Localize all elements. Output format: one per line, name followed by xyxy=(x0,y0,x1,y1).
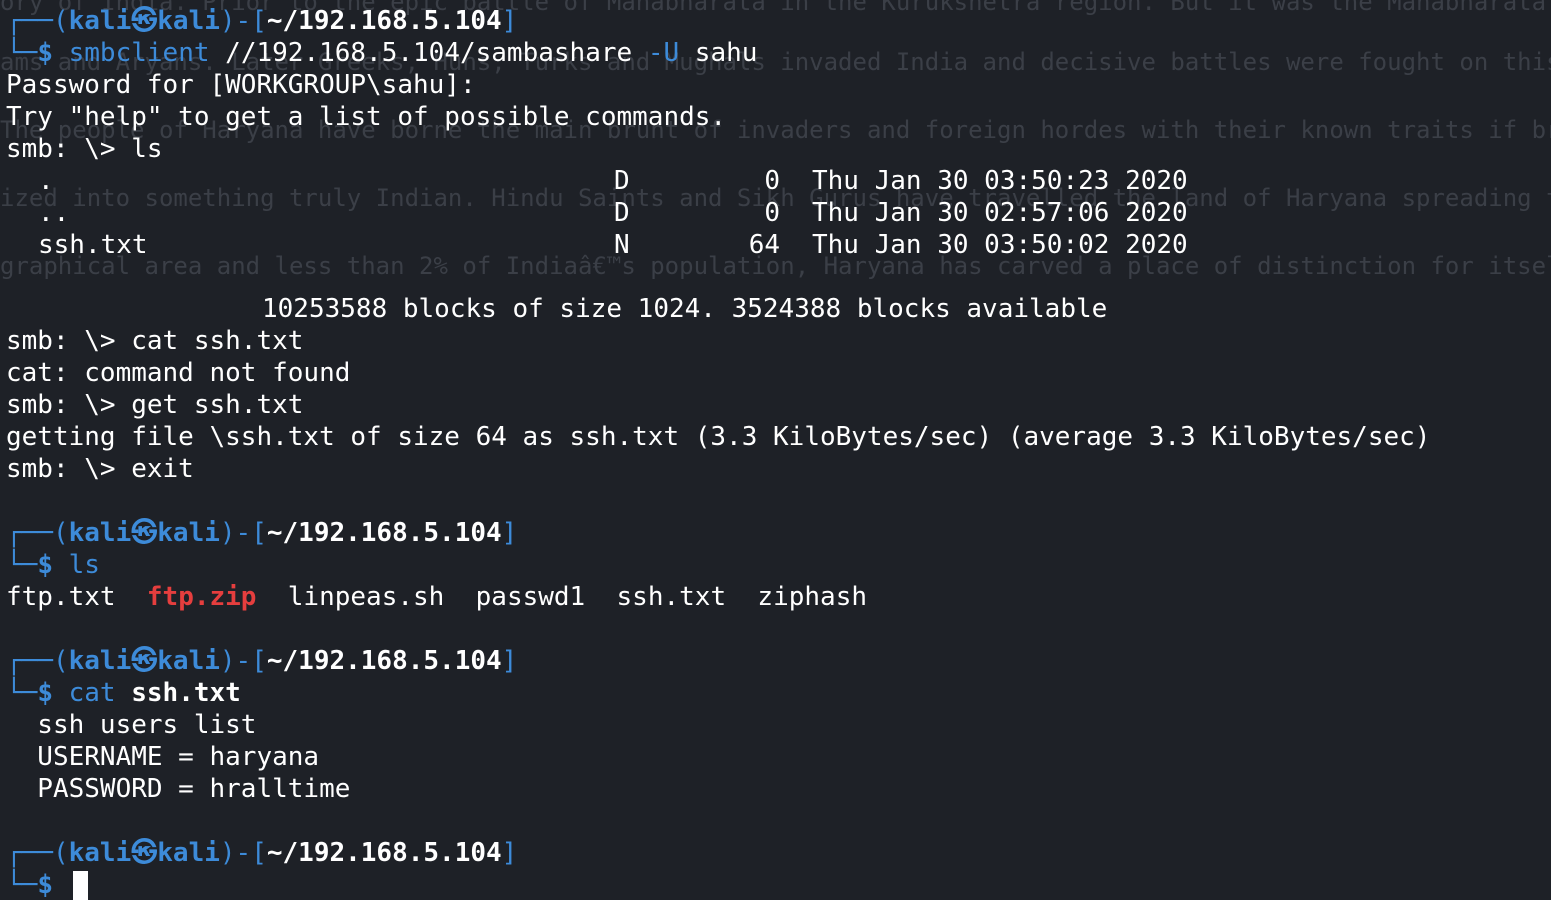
output-line: USERNAME = haryana xyxy=(6,742,320,772)
kali-icon: ㉿ xyxy=(131,838,158,868)
prompt-host: kali xyxy=(157,6,220,36)
listing-date: Thu Jan 30 03:50:23 2020 xyxy=(812,166,1188,196)
listing-size: 64 xyxy=(748,230,780,260)
command-name: ls xyxy=(68,550,100,580)
prompt-corner: └─ xyxy=(6,678,38,708)
file-list: ftp.txt ftp.zip linpeas.sh passwd1 ssh.t… xyxy=(6,581,1551,613)
listing-row: . D 0 Thu Jan 30 03:50:23 2020 xyxy=(6,165,1551,197)
command-arg: //192.168.5.104/sambashare xyxy=(225,38,633,68)
prompt-separator: )-[ xyxy=(219,6,267,36)
prompt-bracket: ] xyxy=(501,6,518,36)
file-item: linpeas.sh xyxy=(287,582,445,612)
output-line: smb: \> cat ssh.txt xyxy=(6,326,304,356)
prompt-path: ~/192.168.5.104 xyxy=(266,518,502,548)
prompt-header: ┌──(kali㉿kali)-[~/192.168.5.104] xyxy=(6,517,1551,549)
listing-date: Thu Jan 30 03:50:02 2020 xyxy=(812,230,1188,260)
listing-name: .. xyxy=(38,198,70,228)
prompt-dollar: $ xyxy=(37,38,53,68)
file-item: ziphash xyxy=(757,582,867,612)
prompt-paren: ( xyxy=(52,518,69,548)
prompt-dollar: $ xyxy=(37,678,53,708)
prompt-separator: )-[ xyxy=(219,518,267,548)
prompt-bracket: ] xyxy=(501,838,518,868)
active-command-line[interactable]: └─$ xyxy=(6,869,1551,900)
terminal-window[interactable]: ┌──(kali㉿kali)-[~/192.168.5.104] └─$ smb… xyxy=(6,5,1551,900)
prompt-header: ┌──(kali㉿kali)-[~/192.168.5.104] xyxy=(6,645,1551,677)
command-line: └─$ cat ssh.txt xyxy=(6,677,1551,709)
prompt-path: ~/192.168.5.104 xyxy=(266,646,502,676)
listing-attr: D xyxy=(614,198,630,228)
output-line: ssh users list xyxy=(6,710,257,740)
prompt-host: kali xyxy=(157,646,220,676)
prompt-dollar: $ xyxy=(37,550,53,580)
prompt-path: ~/192.168.5.104 xyxy=(266,6,502,36)
listing-date: Thu Jan 30 02:57:06 2020 xyxy=(812,198,1188,228)
prompt-corner: ┌── xyxy=(6,646,53,676)
prompt-host: kali xyxy=(157,838,220,868)
prompt-corner: └─ xyxy=(6,38,38,68)
prompt-corner: ┌── xyxy=(6,6,53,36)
output-line: Password for [WORKGROUP\sahu]: xyxy=(6,70,476,100)
command-name: cat xyxy=(68,678,116,708)
command-arg: ssh.txt xyxy=(131,678,241,708)
file-item: ftp.txt xyxy=(6,582,116,612)
blocks-summary: 10253588 blocks of size 1024. 3524388 bl… xyxy=(262,294,1108,324)
prompt-bracket: ] xyxy=(501,646,518,676)
output-line: smb: \> exit xyxy=(6,454,194,484)
prompt-host: kali xyxy=(157,518,220,548)
prompt-corner: └─ xyxy=(6,870,38,900)
listing-row: .. D 0 Thu Jan 30 02:57:06 2020 xyxy=(6,197,1551,229)
output-line: smb: \> get ssh.txt xyxy=(6,390,304,420)
file-item-archive: ftp.zip xyxy=(146,582,257,612)
prompt-separator: )-[ xyxy=(219,838,267,868)
kali-icon: ㉿ xyxy=(131,646,158,676)
prompt-user: kali xyxy=(68,518,132,548)
prompt-path: ~/192.168.5.104 xyxy=(266,838,502,868)
prompt-separator: )-[ xyxy=(219,646,267,676)
prompt-paren: ( xyxy=(52,646,69,676)
output-line: PASSWORD = hralltime xyxy=(6,774,351,804)
command-line: └─$ ls xyxy=(6,549,1551,581)
prompt-corner: ┌── xyxy=(6,518,53,548)
prompt-user: kali xyxy=(68,6,132,36)
output-line: Try "help" to get a list of possible com… xyxy=(6,102,727,132)
prompt-user: kali xyxy=(68,646,132,676)
kali-icon: ㉿ xyxy=(131,518,158,548)
output-line: getting file \ssh.txt of size 64 as ssh.… xyxy=(6,422,1431,452)
text-cursor[interactable] xyxy=(72,870,88,900)
output-line: smb: \> ls xyxy=(6,134,163,164)
listing-attr: D xyxy=(614,166,630,196)
prompt-dollar: $ xyxy=(37,870,53,900)
prompt-bracket: ] xyxy=(501,518,518,548)
listing-row: ssh.txt N 64 Thu Jan 30 03:50:02 2020 xyxy=(6,229,1551,261)
prompt-paren: ( xyxy=(52,6,69,36)
file-item: passwd1 xyxy=(475,582,586,612)
prompt-header: ┌──(kali㉿kali)-[~/192.168.5.104] xyxy=(6,837,1551,869)
listing-name: ssh.txt xyxy=(38,230,148,260)
command-line: └─$ smbclient //192.168.5.104/sambashare… xyxy=(6,37,1551,69)
prompt-paren: ( xyxy=(52,838,69,868)
listing-size: 0 xyxy=(764,198,780,228)
command-arg: sahu xyxy=(694,38,758,68)
listing-attr: N xyxy=(614,230,630,260)
kali-icon: ㉿ xyxy=(131,6,158,36)
listing-size: 0 xyxy=(764,166,780,196)
command-flag: -U xyxy=(647,38,680,68)
listing-name: . xyxy=(38,166,54,196)
prompt-corner: ┌── xyxy=(6,838,53,868)
prompt-header: ┌──(kali㉿kali)-[~/192.168.5.104] xyxy=(6,5,1551,37)
prompt-corner: └─ xyxy=(6,550,38,580)
prompt-user: kali xyxy=(68,838,132,868)
output-line: cat: command not found xyxy=(6,358,351,388)
command-name: smbclient xyxy=(68,38,210,68)
file-item: ssh.txt xyxy=(616,582,727,612)
